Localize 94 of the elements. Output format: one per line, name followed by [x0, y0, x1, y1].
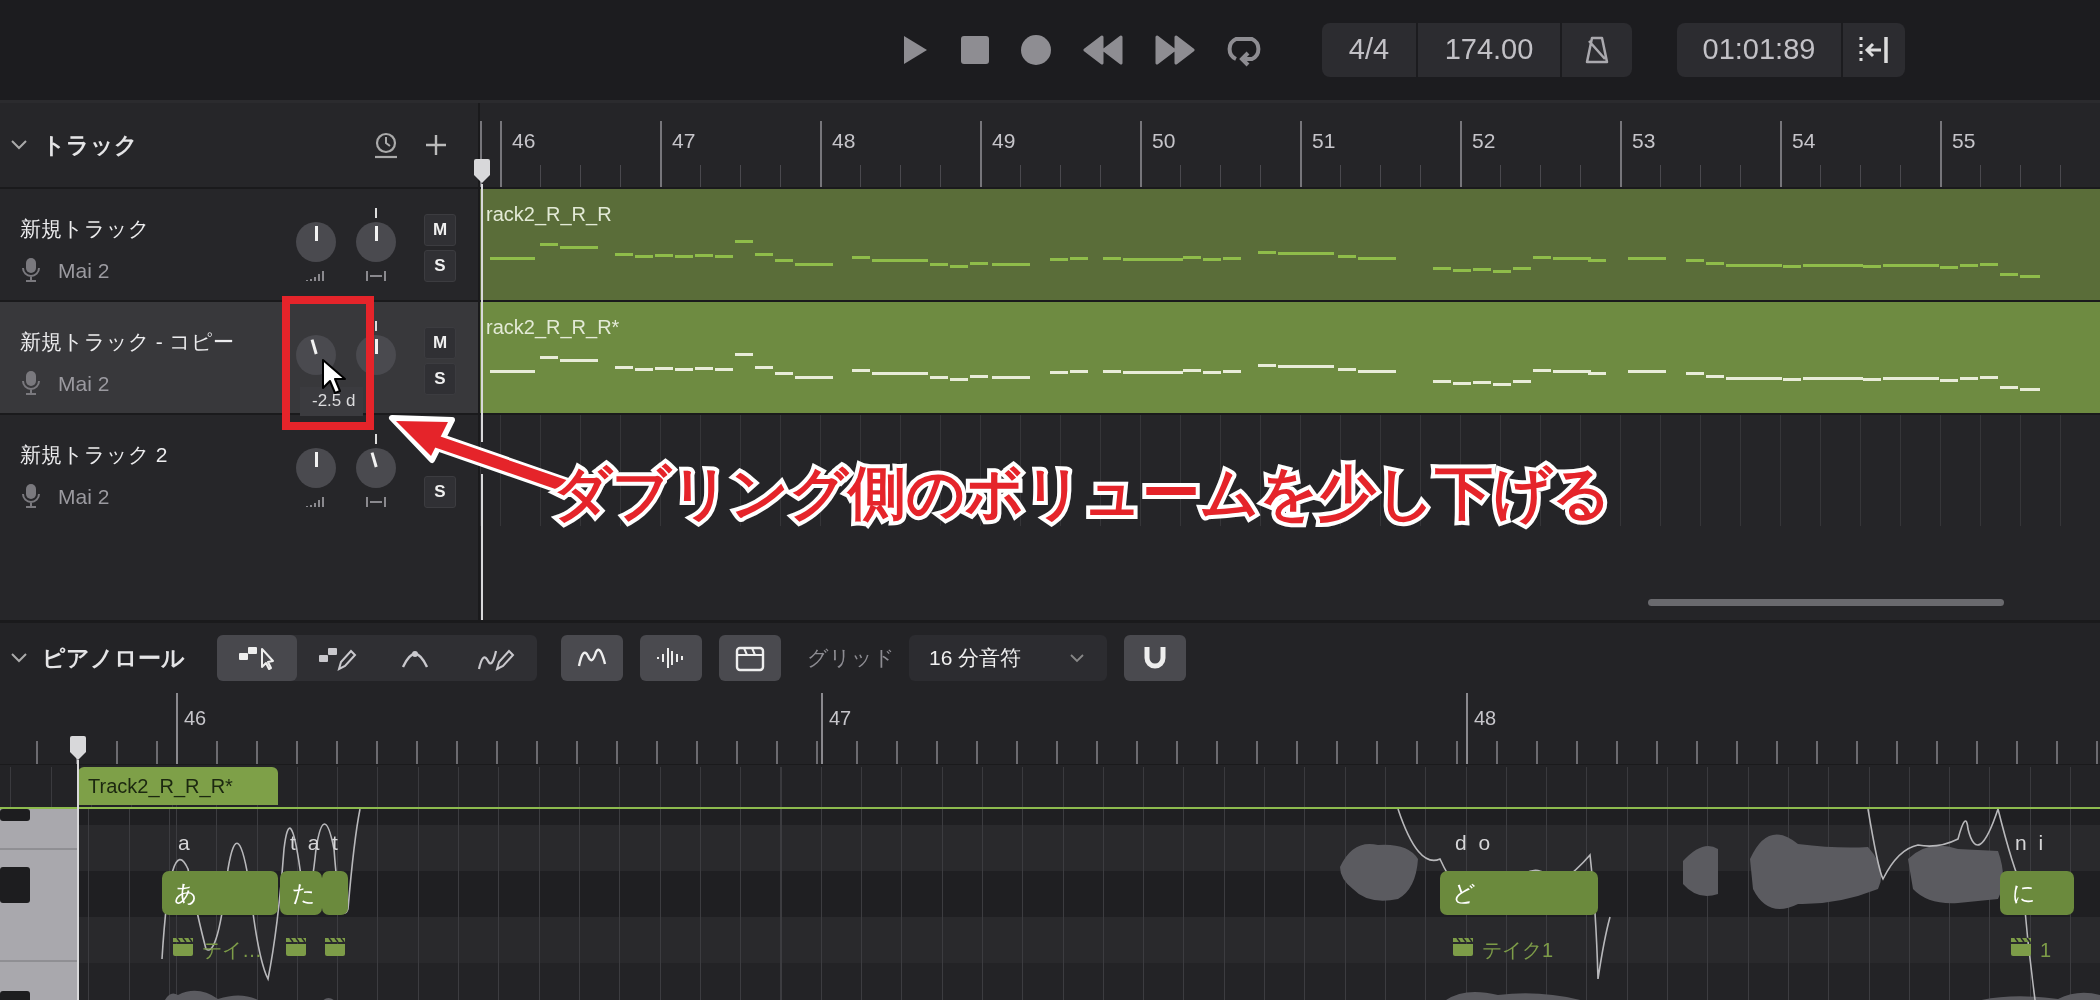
voice-name: Mai 2 [58, 370, 110, 397]
value-tooltip: -2.5 d [300, 387, 364, 416]
bar-number: 46 [511, 128, 537, 154]
clapperboard-icon [1452, 937, 1474, 957]
playhead-handle-icon[interactable] [69, 735, 87, 761]
volume-knob[interactable] [296, 448, 336, 488]
metronome-icon [1585, 35, 1609, 65]
stop-icon [960, 35, 990, 65]
clapperboard-toggle[interactable] [719, 635, 781, 681]
note[interactable]: あ [162, 871, 278, 915]
solo-button[interactable]: S [424, 363, 456, 395]
bar-number: 49 [991, 128, 1017, 154]
chevron-icon[interactable] [10, 139, 28, 151]
pan-scale-icon [366, 497, 386, 507]
waveform-blob [1683, 845, 1718, 896]
note[interactable]: に [2000, 871, 2074, 915]
bar-number: 47 [671, 128, 697, 154]
panel-title: トラック [42, 130, 138, 160]
bar-number: 52 [1471, 128, 1497, 154]
grid-label: グリッド [807, 645, 895, 672]
clip[interactable]: rack2_R_R_R [480, 189, 2100, 300]
phoneme-label: a [178, 830, 193, 856]
clock-icon[interactable] [372, 131, 400, 159]
snap-toggle[interactable] [1124, 635, 1186, 681]
take-label: 1 [2040, 938, 2052, 963]
fast-forward-icon [1154, 35, 1196, 65]
microphone-icon [20, 483, 42, 510]
select-tool-button[interactable] [217, 635, 297, 681]
voice-name: Mai 2 [58, 483, 110, 510]
caret-icon [1069, 653, 1085, 663]
bar-number: 47 [821, 693, 1466, 764]
phoneme-label: d o [1455, 830, 1494, 856]
clip-name: rack2_R_R_R* [486, 315, 620, 341]
clapperboard-icon [285, 937, 307, 957]
rewind-icon [1082, 35, 1124, 65]
bar-number: 48 [1466, 693, 2100, 764]
pan-center-mark [374, 321, 378, 331]
voice-name: Mai 2 [58, 257, 110, 284]
add-icon[interactable] [424, 133, 448, 157]
record-icon [1020, 34, 1052, 66]
microphone-icon [20, 370, 42, 397]
microphone-icon [20, 257, 42, 284]
track-name: 新規トラック - コピー [20, 329, 235, 355]
bar-number: 48 [831, 128, 857, 154]
playhead-handle-icon[interactable] [473, 158, 491, 184]
stop-button[interactable] [960, 35, 990, 65]
bar-number: 55 [1951, 128, 1977, 154]
bar-number: 54 [1791, 128, 1817, 154]
volume-knob[interactable] [296, 335, 336, 375]
bar-number: 53 [1631, 128, 1657, 154]
clip-tab[interactable]: Track2_R_R_R* [78, 767, 278, 805]
tempo-field[interactable]: 174.00 [1418, 23, 1562, 77]
time-signature[interactable]: 4/4 [1322, 23, 1418, 77]
phoneme-label: n i [2015, 830, 2047, 856]
pitch-curve-toggle[interactable] [561, 635, 623, 681]
pan-knob[interactable] [356, 222, 396, 262]
rewind-button[interactable] [1082, 35, 1124, 65]
mute-button[interactable]: M [424, 327, 456, 359]
bar-number: 51 [1311, 128, 1337, 154]
phoneme-label: t [332, 830, 341, 856]
bar-number: 50 [1151, 128, 1177, 154]
pan-knob[interactable] [356, 448, 396, 488]
pan-scale-icon [366, 271, 386, 281]
mute-button[interactable]: M [424, 214, 456, 246]
clapperboard-icon [172, 937, 194, 957]
volume-scale-icon [305, 270, 327, 282]
fast-forward-button[interactable] [1154, 35, 1196, 65]
take-label: テイク1 [1482, 938, 1554, 963]
waveform-toggle[interactable] [640, 635, 702, 681]
track-name: 新規トラック [20, 216, 151, 242]
solo-button[interactable]: S [424, 250, 456, 282]
note[interactable]: た [280, 871, 322, 915]
panel-title: ピアノロール [42, 643, 185, 673]
pan-center-mark [374, 208, 378, 218]
pan-center-mark [374, 434, 378, 444]
record-button[interactable] [1020, 34, 1052, 66]
bar-number: 46 [176, 693, 821, 764]
scrollbar[interactable] [1648, 599, 2004, 606]
volume-scale-icon [305, 496, 327, 508]
note[interactable]: ど [1440, 871, 1598, 915]
chevron-icon[interactable] [10, 652, 28, 664]
return-to-start-icon [1858, 34, 1890, 66]
clip-name: rack2_R_R_R [486, 202, 612, 228]
piano-keyboard-drawing[interactable] [0, 809, 78, 1000]
time-display: 01:01:89 [1677, 23, 1843, 77]
cursor-icon [321, 358, 347, 396]
solo-button[interactable]: S [424, 476, 456, 508]
clapperboard-icon [2010, 937, 2032, 957]
take-label: テイ… [202, 938, 262, 963]
clapperboard-icon [324, 937, 346, 957]
note[interactable] [322, 871, 348, 915]
track-name: 新規トラック 2 [20, 442, 169, 468]
grid-dropdown[interactable]: 16 分音符 [909, 635, 1107, 681]
volume-knob[interactable] [296, 222, 336, 262]
